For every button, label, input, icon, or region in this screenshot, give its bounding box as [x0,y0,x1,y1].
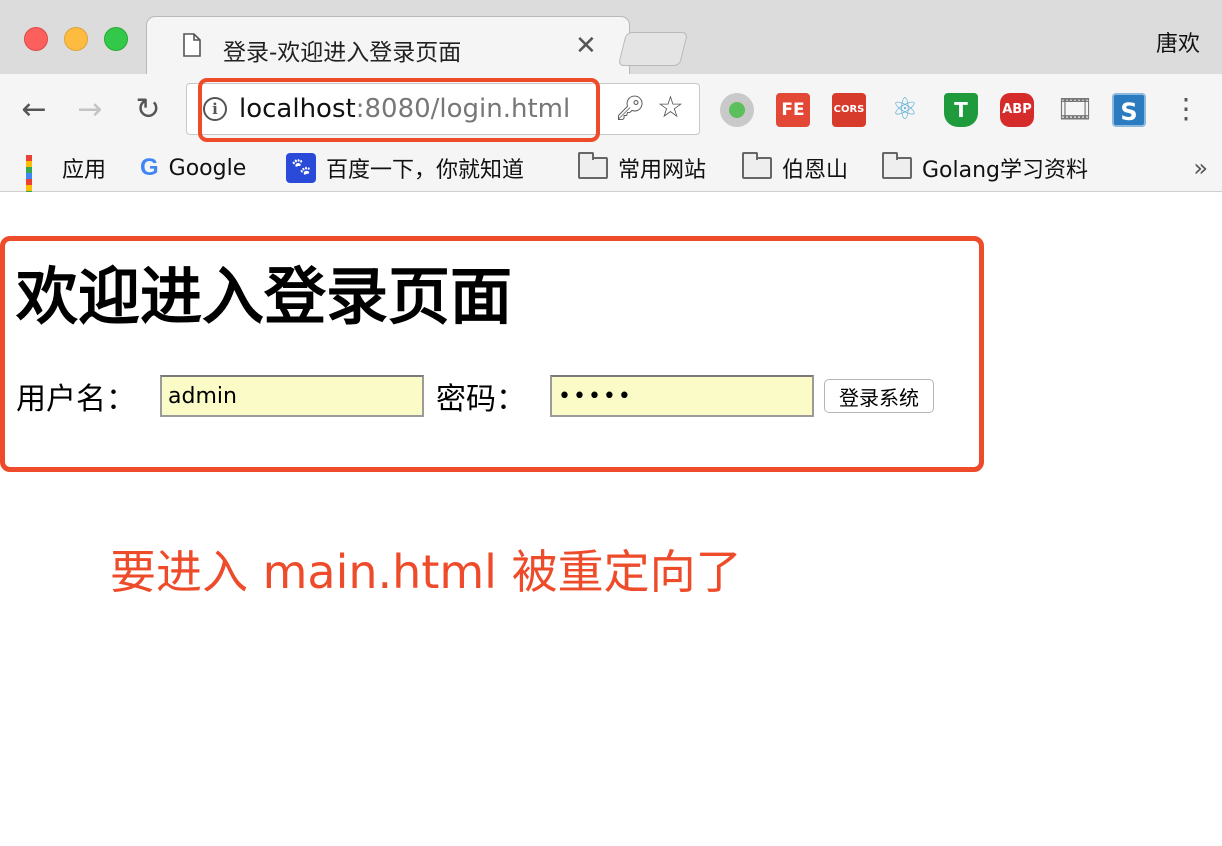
tampermonkey-icon[interactable]: T [944,93,978,127]
bookmark-label: Golang学习资料 [922,158,1089,183]
bookmark-label: 伯恩山 [782,158,849,183]
key-icon[interactable]: 🔑︎ [615,94,645,122]
profile-name[interactable]: 唐欢 [1156,26,1200,58]
video-extension-icon[interactable]: 🎞︎ [1056,93,1094,127]
password-input[interactable]: ••••• [550,375,814,417]
s-extension-icon[interactable]: S [1112,93,1146,127]
reload-icon[interactable]: ↻ [130,92,166,128]
back-arrow-icon[interactable]: ← [16,92,52,128]
adblock-plus-icon[interactable]: ABP [1000,93,1034,127]
password-mask: ••••• [558,384,633,409]
login-form: 用户名： 密码： ••••• 登录系统 [16,374,934,418]
bookmark-label: 百度一下，你就知道 [326,158,525,183]
tab-title: 登录-欢迎进入登录页面 [223,40,462,66]
username-label: 用户名： [16,382,136,417]
page-heading: 欢迎进入登录页面 [16,260,513,333]
maximize-window-button[interactable] [104,27,128,51]
page-viewport: 欢迎进入登录页面 用户名： 密码： ••••• 登录系统 要进入 main.ht… [0,192,1222,846]
bookmark-baidu[interactable]: 🐾︎ 百度一下，你就知道 [286,150,524,186]
bookmark-label: 应用 [62,158,107,183]
close-window-button[interactable] [24,27,48,51]
browser-tab[interactable]: 登录-欢迎进入登录页面 ✕ [146,16,630,76]
bookmark-label: 常用网站 [618,158,707,183]
forward-arrow-icon[interactable]: → [72,92,108,128]
baidu-icon: 🐾︎ [286,153,316,183]
redirect-annotation: 要进入 main.html 被重定向了 [110,545,742,599]
username-input[interactable] [160,375,424,417]
tab-close-icon[interactable]: ✕ [575,31,597,61]
window-titlebar: 登录-欢迎进入登录页面 ✕ 唐欢 [0,0,1222,76]
fe-helper-extension-icon[interactable]: FE [776,93,810,127]
bookmarks-bar: 应用 G Google 🐾︎ 百度一下，你就知道 常用网站 伯恩山 Golang… [0,146,1222,209]
browser-toolbar: ← → ↻ i localhost:8080/login.html 🔑︎ ☆ F… [0,74,1222,146]
bookmark-apps[interactable]: 应用 [26,150,107,209]
bookmarks-overflow-icon[interactable]: » [1193,154,1208,182]
bookmark-folder-bernese[interactable]: 伯恩山 [742,150,848,186]
new-tab-button[interactable] [617,32,689,66]
bookmark-folder-golang[interactable]: Golang学习资料 [882,150,1088,186]
minimize-window-button[interactable] [64,27,88,51]
bookmark-google[interactable]: G Google [140,150,246,186]
bookmark-label: Google [168,155,247,181]
google-icon: G [140,154,159,181]
react-devtools-icon[interactable]: ⚛ [888,93,922,127]
folder-icon [578,152,608,179]
apps-icon [26,155,52,209]
folder-icon [742,152,772,179]
bookmark-folder-common-sites[interactable]: 常用网站 [578,150,706,186]
url-highlight-box [198,78,600,142]
folder-icon [882,152,912,179]
cors-extension-icon[interactable]: CORS [832,93,866,127]
login-submit-button[interactable]: 登录系统 [824,379,934,413]
bookmark-star-icon[interactable]: ☆ [657,90,684,125]
more-menu-icon[interactable]: ⋮ [1172,92,1200,125]
document-icon [183,33,201,57]
password-label: 密码： [436,382,526,417]
extension-status-icon[interactable] [720,93,754,127]
